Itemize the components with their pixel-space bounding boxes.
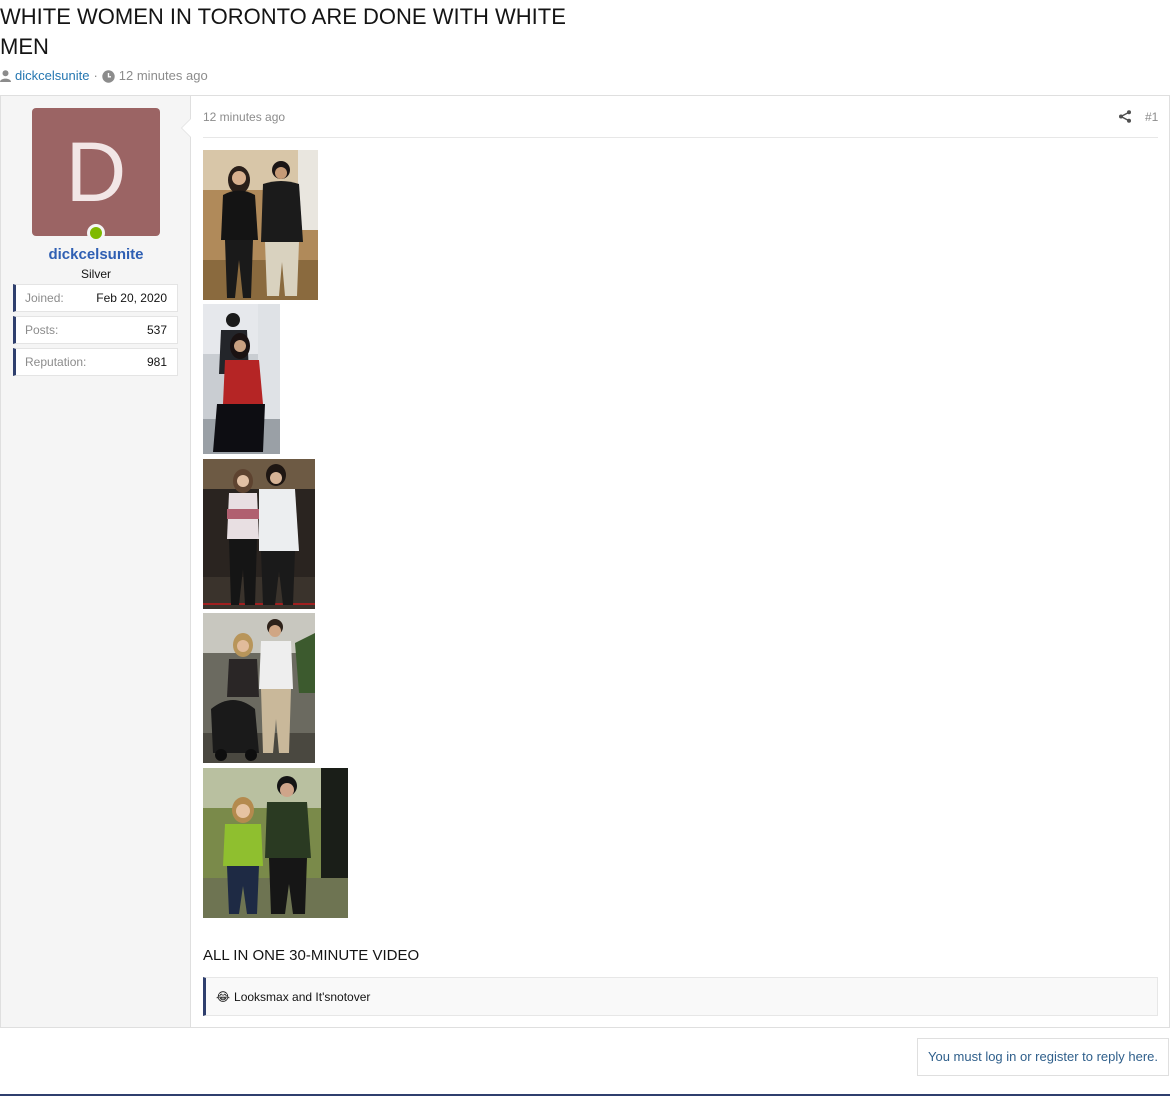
login-to-reply-notice[interactable]: You must log in or register to reply her… bbox=[917, 1038, 1169, 1076]
post-image-1[interactable] bbox=[203, 150, 318, 300]
post-user-cell: D dickcelsunite Silver Joined: Feb 20, 2… bbox=[1, 96, 191, 1027]
post-image-4[interactable] bbox=[203, 613, 315, 763]
user-stats: Joined: Feb 20, 2020 Posts: 537 Reputati… bbox=[13, 284, 178, 380]
stat-label: Posts: bbox=[25, 323, 59, 337]
thread-title: WHITE WOMEN IN TORONTO ARE DONE WITH WHI… bbox=[0, 4, 566, 59]
stat-label: Reputation: bbox=[25, 355, 87, 369]
post-article: D dickcelsunite Silver Joined: Feb 20, 2… bbox=[0, 95, 1170, 1028]
post-number-link[interactable]: #1 bbox=[1145, 110, 1158, 124]
post-image-5[interactable] bbox=[203, 768, 348, 918]
thread-meta: dickcelsunite · 12 minutes ago bbox=[0, 68, 208, 84]
post-arrow-inner bbox=[182, 119, 191, 137]
thread-time[interactable]: 12 minutes ago bbox=[119, 68, 208, 84]
stat-reputation: Reputation: 981 bbox=[13, 348, 178, 376]
stat-value: 981 bbox=[146, 355, 167, 369]
avatar[interactable]: D bbox=[32, 108, 160, 236]
meta-separator: · bbox=[93, 68, 98, 83]
laughing-emoji-icon: 😂 bbox=[216, 989, 231, 1004]
post-username[interactable]: dickcelsunite bbox=[1, 246, 191, 263]
thread-author-link[interactable]: dickcelsunite bbox=[15, 68, 89, 84]
stat-label: Joined: bbox=[25, 291, 64, 305]
reactions-bar[interactable]: 😂 Looksmax and It'snotover bbox=[203, 977, 1158, 1016]
reactions-text[interactable]: Looksmax and It'snotover bbox=[234, 990, 370, 1004]
post-image-3[interactable] bbox=[203, 459, 315, 609]
stat-value: 537 bbox=[146, 323, 167, 337]
stat-joined: Joined: Feb 20, 2020 bbox=[13, 284, 178, 312]
stat-value: Feb 20, 2020 bbox=[96, 291, 167, 305]
post-caption: ALL IN ONE 30-MINUTE VIDEO bbox=[203, 947, 420, 964]
share-icon[interactable] bbox=[1119, 110, 1131, 128]
user-icon bbox=[0, 70, 11, 82]
online-status-indicator bbox=[87, 224, 105, 242]
clock-icon bbox=[102, 69, 115, 83]
user-title: Silver bbox=[80, 267, 111, 281]
post-image-2[interactable] bbox=[203, 304, 280, 454]
stat-posts: Posts: 537 bbox=[13, 316, 178, 344]
post-header: 12 minutes ago #1 bbox=[203, 108, 1158, 138]
post-time[interactable]: 12 minutes ago bbox=[203, 110, 285, 124]
